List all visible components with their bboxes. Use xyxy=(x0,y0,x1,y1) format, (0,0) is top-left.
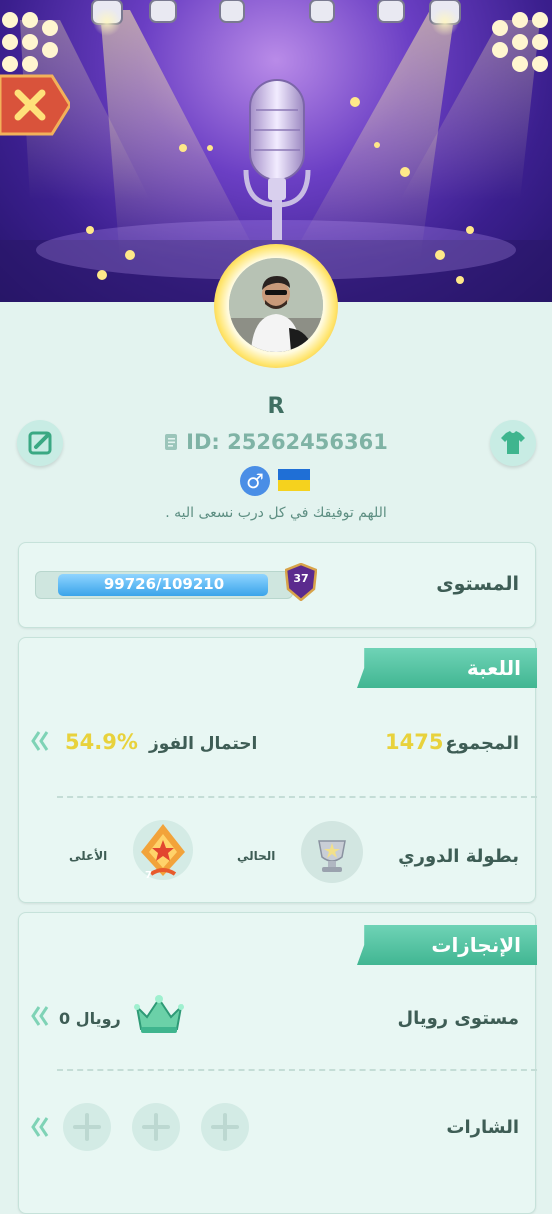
current-league-label: الحالي xyxy=(237,849,276,863)
level-progress-bar: 99726/109210 xyxy=(35,571,293,599)
close-icon xyxy=(0,74,72,136)
level-label: المستوى xyxy=(436,573,519,595)
collapse-arrow-icon[interactable] xyxy=(31,1116,49,1138)
game-section-title: اللعبة xyxy=(357,648,537,688)
royal-level-label: مستوى رويال xyxy=(397,1008,519,1029)
avatar-photo xyxy=(229,258,323,352)
divider xyxy=(57,796,537,798)
crown-icon xyxy=(134,995,184,1033)
current-league-icon xyxy=(301,821,363,883)
league-label: بطولة الدوري xyxy=(398,846,519,867)
avatar[interactable] xyxy=(229,258,323,352)
level-badge: 37 xyxy=(284,562,318,602)
total-value: 1475 xyxy=(385,730,444,754)
collapse-arrow-icon[interactable] xyxy=(31,730,49,752)
add-badge-button[interactable] xyxy=(201,1103,249,1151)
profile-name: R xyxy=(267,394,285,419)
edit-icon xyxy=(28,431,52,455)
achievements-section-title: الإنجازات xyxy=(357,925,537,965)
win-rate-value: 54.9% xyxy=(65,730,138,754)
edit-profile-button[interactable] xyxy=(17,420,63,466)
profile-id-row[interactable]: ID: 25262456361 xyxy=(0,430,552,454)
profile-bio: اللهم توفيقك في كل درب نسعى اليه . xyxy=(165,505,387,521)
ukraine-flag-icon xyxy=(278,469,310,491)
badges-label: الشارات xyxy=(446,1117,519,1138)
game-card: اللعبة المجموع 1475 احتمال الفوز 54.9% ب… xyxy=(18,637,537,903)
level-card: المستوى 99726/109210 37 xyxy=(18,542,536,628)
add-badge-button[interactable] xyxy=(132,1103,180,1151)
copy-id-icon xyxy=(165,434,178,450)
shirt-icon xyxy=(501,431,525,454)
profile-id: ID: 25262456361 xyxy=(186,430,388,454)
highest-league-icon: 7 xyxy=(131,818,195,886)
add-badge-button[interactable] xyxy=(63,1103,111,1151)
gold-trophy-icon xyxy=(133,820,193,880)
win-rate-label: احتمال الفوز xyxy=(149,734,258,754)
collapse-arrow-icon[interactable] xyxy=(31,1005,49,1027)
level-progress-text: 99726/109210 xyxy=(103,575,225,593)
highest-league-label: الأعلى xyxy=(69,849,108,863)
silver-cup-icon xyxy=(318,840,346,872)
highest-stars-count: 7 xyxy=(145,870,152,881)
close-button[interactable] xyxy=(0,74,72,136)
divider xyxy=(57,1069,537,1071)
level-badge-number: 37 xyxy=(293,572,309,585)
total-label: المجموع xyxy=(445,733,519,754)
royal-level-value: رويال 0 xyxy=(59,1009,121,1028)
outfit-button[interactable] xyxy=(490,420,536,466)
achievements-card: الإنجازات مستوى رويال رويال 0 الشارات xyxy=(18,912,537,1214)
royal-crown-icon xyxy=(133,993,185,1035)
male-gender-icon: ♂ xyxy=(240,466,270,496)
